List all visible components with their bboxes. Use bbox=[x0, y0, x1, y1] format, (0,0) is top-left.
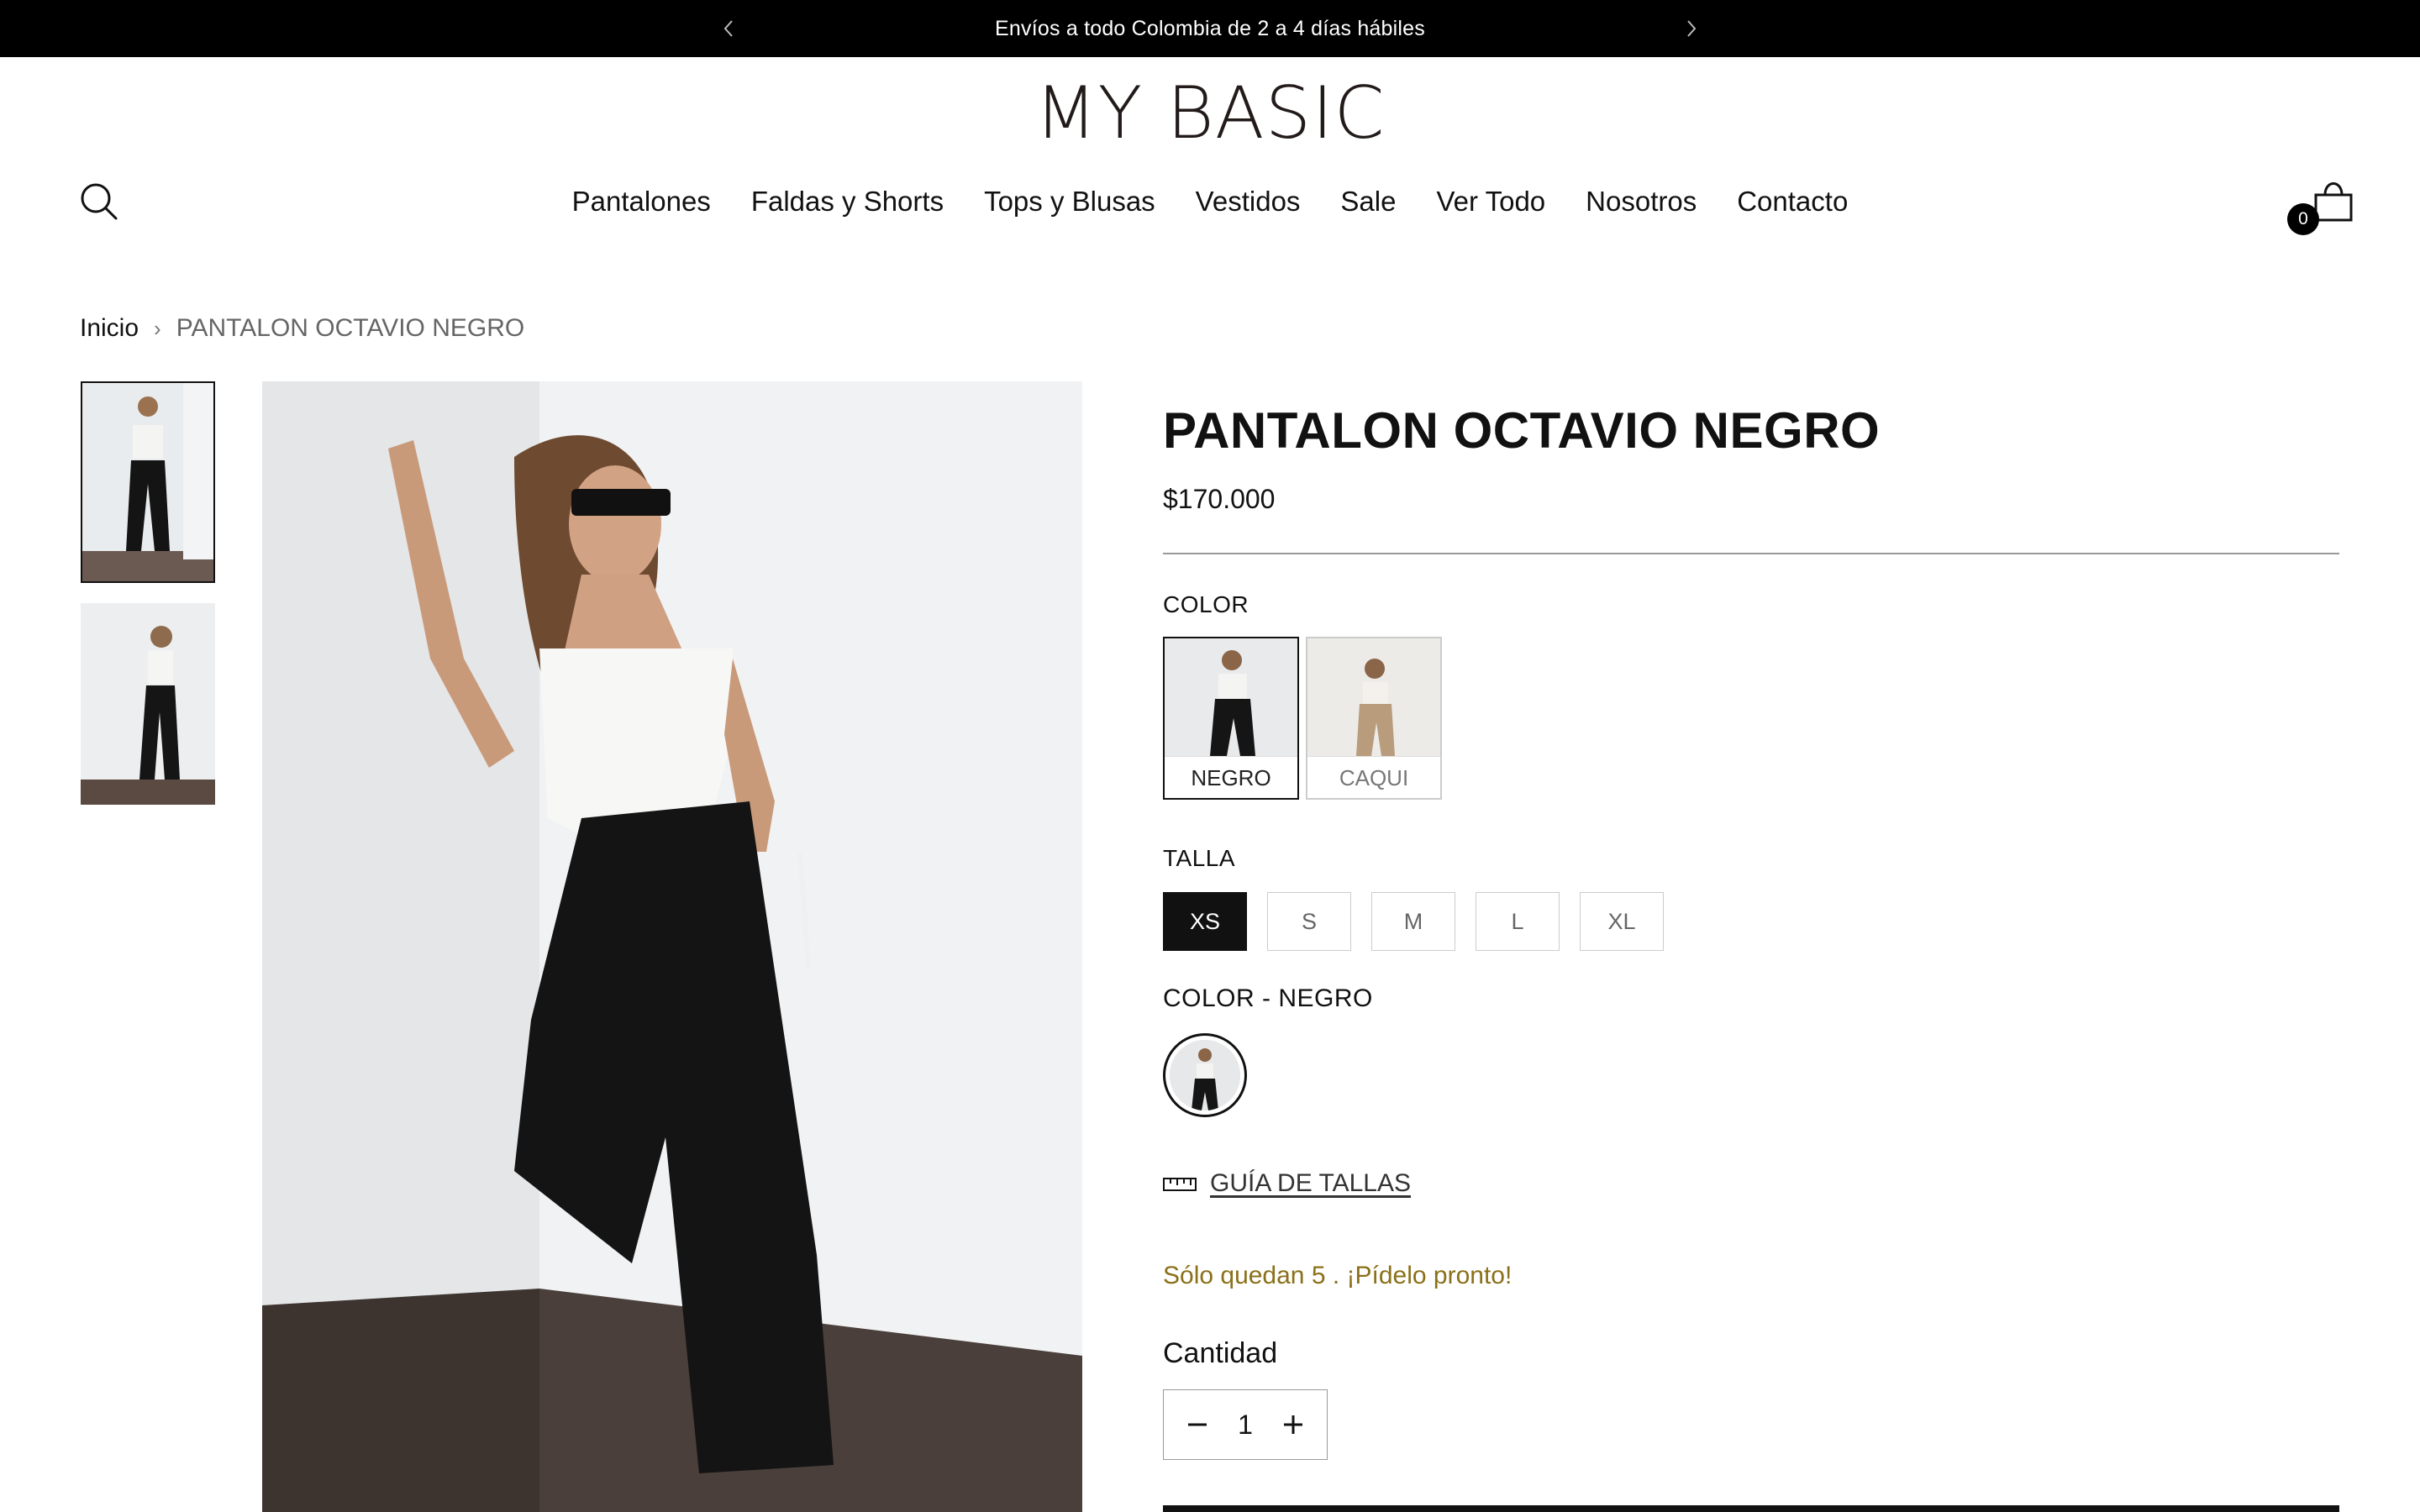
minus-icon bbox=[1188, 1423, 1207, 1426]
color-label: COLOR bbox=[1163, 591, 1249, 617]
size-option-l[interactable]: L bbox=[1476, 892, 1560, 951]
quantity-label: Cantidad bbox=[1163, 1337, 1278, 1369]
product-thumbnail-2[interactable] bbox=[81, 603, 215, 805]
size-guide-link[interactable]: GUÍA DE TALLAS bbox=[1163, 1169, 1411, 1198]
color-swatch-negro[interactable]: NEGRO bbox=[1163, 637, 1299, 800]
cart-count-badge: 0 bbox=[2287, 203, 2319, 235]
chevron-right-icon bbox=[1687, 20, 1697, 37]
product-price: $170.000 bbox=[1163, 484, 1276, 514]
divider bbox=[1163, 553, 2339, 554]
announcement-bar: Envíos a todo Colombia de 2 a 4 días háb… bbox=[0, 0, 2420, 57]
model-photo-swatch bbox=[1165, 638, 1297, 756]
quantity-value[interactable]: 1 bbox=[1238, 1410, 1253, 1441]
breadcrumb-home[interactable]: Inicio bbox=[80, 314, 139, 343]
model-photo-thumbnail bbox=[81, 603, 215, 805]
size-option-m[interactable]: M bbox=[1371, 892, 1455, 951]
size-option-xs[interactable]: XS bbox=[1163, 892, 1247, 951]
quantity-decrease-button[interactable] bbox=[1179, 1406, 1216, 1443]
product-main-image[interactable] bbox=[262, 381, 1082, 1512]
color-variant-swatch[interactable] bbox=[1163, 1033, 1247, 1117]
model-photo-thumbnail bbox=[82, 383, 213, 581]
nav-item-ver-todo[interactable]: Ver Todo bbox=[1436, 181, 1545, 222]
color-swatch-label: NEGRO bbox=[1165, 756, 1297, 798]
add-to-cart-button[interactable] bbox=[1163, 1505, 2339, 1512]
chevron-left-icon bbox=[723, 20, 733, 37]
product-title: PANTALON OCTAVIO NEGRO bbox=[1163, 402, 1881, 459]
size-guide-label: GUÍA DE TALLAS bbox=[1210, 1169, 1411, 1197]
nav-item-pantalones[interactable]: Pantalones bbox=[572, 181, 711, 222]
nav-item-faldas-shorts[interactable]: Faldas y Shorts bbox=[751, 181, 944, 222]
main-nav: Pantalones Faldas y Shorts Tops y Blusas… bbox=[0, 181, 2420, 222]
site-logo[interactable]: MY BASIC bbox=[0, 74, 2420, 153]
color-swatch-image bbox=[1307, 638, 1440, 756]
breadcrumb-separator: › bbox=[154, 315, 161, 341]
color-swatch-image bbox=[1165, 638, 1297, 756]
color-variant-image bbox=[1170, 1040, 1240, 1110]
size-option-s[interactable]: S bbox=[1267, 892, 1351, 951]
breadcrumb: Inicio › PANTALON OCTAVIO NEGRO bbox=[80, 314, 524, 343]
nav-item-contacto[interactable]: Contacto bbox=[1737, 181, 1848, 222]
breadcrumb-current: PANTALON OCTAVIO NEGRO bbox=[176, 314, 525, 342]
model-photo-round bbox=[1170, 1040, 1240, 1110]
plus-icon bbox=[1283, 1415, 1302, 1434]
nav-item-tops-blusas[interactable]: Tops y Blusas bbox=[984, 181, 1155, 222]
quantity-increase-button[interactable] bbox=[1275, 1406, 1312, 1443]
announcement-next-button[interactable] bbox=[1677, 15, 1704, 42]
announcement-text: Envíos a todo Colombia de 2 a 4 días háb… bbox=[995, 16, 1425, 40]
product-thumbnail-1[interactable] bbox=[81, 381, 215, 583]
size-option-xl[interactable]: XL bbox=[1580, 892, 1664, 951]
nav-item-sale[interactable]: Sale bbox=[1340, 181, 1396, 222]
announcement-prev-button[interactable] bbox=[716, 15, 743, 42]
color-swatch-caqui[interactable]: CAQUI bbox=[1306, 637, 1442, 800]
model-photo-swatch bbox=[1307, 638, 1440, 756]
color-swatch-label: CAQUI bbox=[1307, 756, 1440, 798]
stock-message: Sólo quedan 5 . ¡Pídelo pronto! bbox=[1163, 1262, 1512, 1289]
color-variant-label: COLOR - NEGRO bbox=[1163, 984, 1373, 1012]
nav-item-nosotros[interactable]: Nosotros bbox=[1586, 181, 1697, 222]
model-photo bbox=[262, 381, 1082, 1512]
nav-item-vestidos[interactable]: Vestidos bbox=[1196, 181, 1301, 222]
ruler-icon bbox=[1163, 1178, 1197, 1191]
quantity-stepper: 1 bbox=[1163, 1389, 1328, 1460]
size-label: TALLA bbox=[1163, 845, 1236, 871]
